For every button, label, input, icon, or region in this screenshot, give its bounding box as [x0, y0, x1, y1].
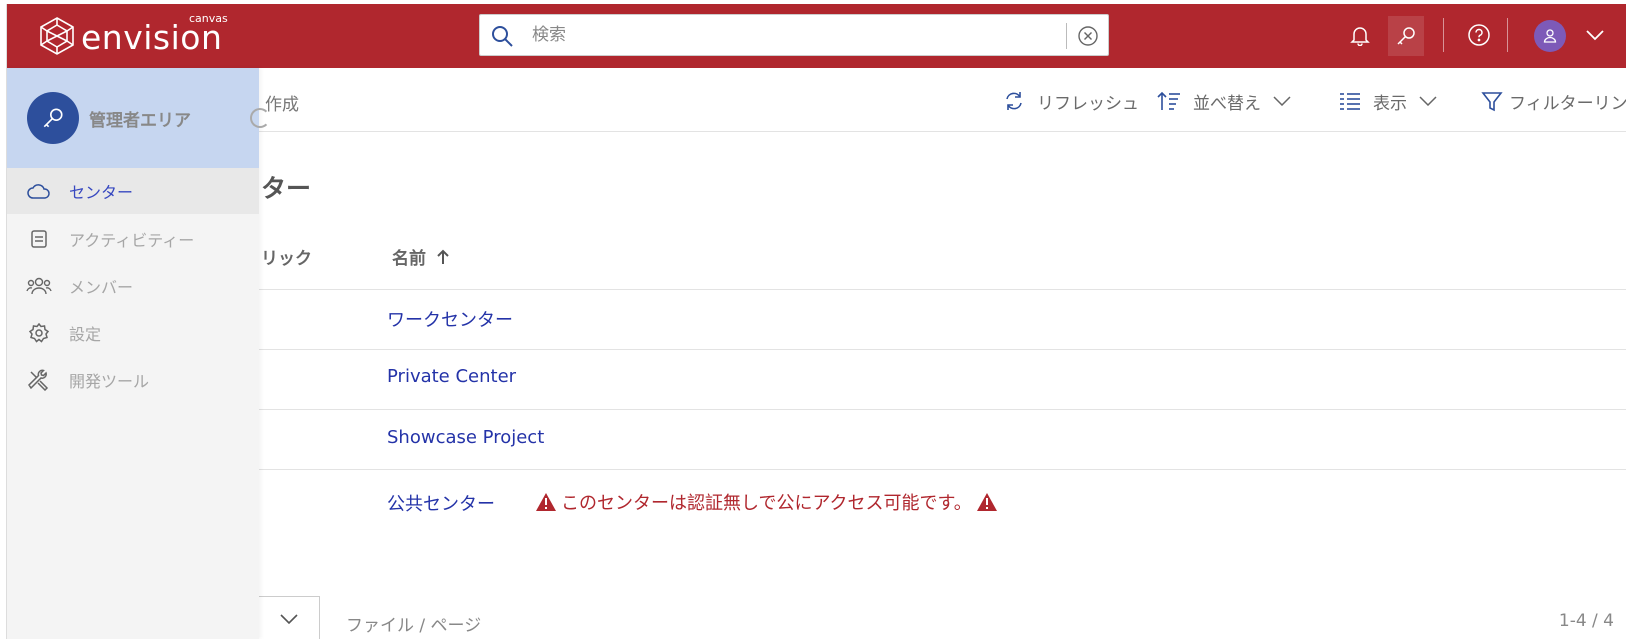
warning-icon: [976, 493, 997, 511]
list-view-icon: [1340, 93, 1360, 110]
avatar[interactable]: [1534, 20, 1566, 52]
tools-icon: [25, 369, 53, 391]
refresh-icon: [1006, 92, 1022, 110]
row-divider: [257, 469, 1626, 470]
gear-icon: [25, 323, 53, 343]
app-window: envision canvas 検索 リフレッシュ 並べ替え 表示 フィルターリ…: [6, 4, 1626, 639]
row-divider: [257, 409, 1626, 410]
row-divider: [257, 349, 1626, 350]
public-access-warning: このセンターは認証無しで公にアクセス可能です。: [531, 489, 1002, 515]
clear-search-icon[interactable]: [1077, 25, 1099, 47]
column-header-name-label: 名前: [392, 249, 426, 269]
key-icon: [1397, 27, 1415, 45]
filter-button[interactable]: フィルターリング: [1481, 88, 1626, 114]
header-separator: [1507, 18, 1508, 52]
search-icon[interactable]: [490, 24, 514, 48]
admin-sidebar: 管理者エリア センター アクティビティー メンバー 設定 開発ツール: [7, 68, 270, 639]
refresh-button[interactable]: リフレッシュ: [1003, 88, 1139, 114]
create-button-label[interactable]: 作成: [265, 90, 299, 115]
envision-logo[interactable]: envision canvas: [37, 12, 228, 58]
sort-ascending-icon: [437, 249, 449, 264]
center-link[interactable]: 公共センター: [387, 490, 495, 516]
column-header-name[interactable]: 名前: [392, 244, 450, 269]
bell-icon: [1350, 27, 1370, 46]
chevron-down-icon: [280, 614, 298, 625]
public-access-warning-text: このセンターは認証無しで公にアクセス可能です。: [561, 493, 972, 514]
files-per-page-label: ファイル / ページ: [346, 616, 482, 636]
activity-icon: [25, 229, 53, 249]
center-link[interactable]: ワークセンター: [387, 306, 513, 332]
page-title: ター: [261, 174, 312, 203]
filter-label: フィルターリング: [1509, 93, 1626, 114]
header-separator: [1443, 18, 1444, 52]
top-bar: envision canvas: [7, 4, 1626, 68]
row-divider: [257, 289, 1626, 290]
sidebar-collapse-handle[interactable]: [250, 108, 270, 128]
sidebar-item-centers[interactable]: センター: [7, 168, 259, 214]
center-link[interactable]: Private Center: [387, 366, 516, 387]
column-header-public[interactable]: リック: [261, 244, 312, 269]
sort-icon: [1157, 91, 1180, 110]
search-divider: [1066, 23, 1067, 49]
sidebar-item-settings[interactable]: 設定: [7, 310, 259, 356]
search-input[interactable]: [532, 21, 1032, 49]
sidebar-item-label: 設定: [69, 325, 102, 344]
chevron-down-icon: [1273, 96, 1291, 106]
admin-area-label: 管理者エリア: [89, 111, 191, 131]
view-label: 表示: [1373, 93, 1407, 114]
sort-button[interactable]: 並べ替え: [1157, 88, 1291, 114]
logo-mark-icon: [40, 17, 74, 55]
chevron-down-icon: [1586, 30, 1604, 41]
view-button[interactable]: 表示: [1339, 88, 1437, 114]
filter-icon: [1481, 92, 1503, 112]
admin-key-button[interactable]: [1388, 16, 1424, 56]
search-box: [479, 14, 1109, 56]
sidebar-item-members[interactable]: メンバー: [7, 263, 259, 309]
admin-area-header: 管理者エリア: [7, 68, 259, 168]
admin-badge: [27, 92, 79, 144]
members-icon: [25, 276, 53, 296]
sidebar-item-dev-tools[interactable]: 開発ツール: [7, 357, 259, 403]
help-icon: [1468, 24, 1490, 46]
account-menu-toggle[interactable]: [1580, 20, 1610, 50]
warning-icon: [536, 493, 556, 511]
sidebar-item-label: センター: [69, 183, 134, 202]
help-button[interactable]: [1464, 20, 1494, 50]
chevron-down-icon: [1419, 96, 1437, 106]
page-size-select[interactable]: [257, 596, 320, 639]
cloud-icon: [25, 182, 53, 200]
refresh-label: リフレッシュ: [1037, 93, 1139, 114]
sidebar-item-label: メンバー: [69, 278, 134, 297]
notifications-button[interactable]: [1345, 20, 1375, 50]
center-link[interactable]: Showcase Project: [387, 427, 544, 448]
sidebar-item-activity[interactable]: アクティビティー: [7, 216, 259, 262]
key-icon: [43, 108, 63, 128]
sidebar-item-label: アクティビティー: [69, 231, 195, 250]
user-icon: [1543, 29, 1557, 43]
sidebar-item-label: 開発ツール: [69, 372, 150, 391]
sort-label: 並べ替え: [1193, 93, 1261, 114]
logo-superscript: canvas: [189, 12, 228, 25]
pagination-range: 1-4 / 4: [1558, 611, 1614, 631]
